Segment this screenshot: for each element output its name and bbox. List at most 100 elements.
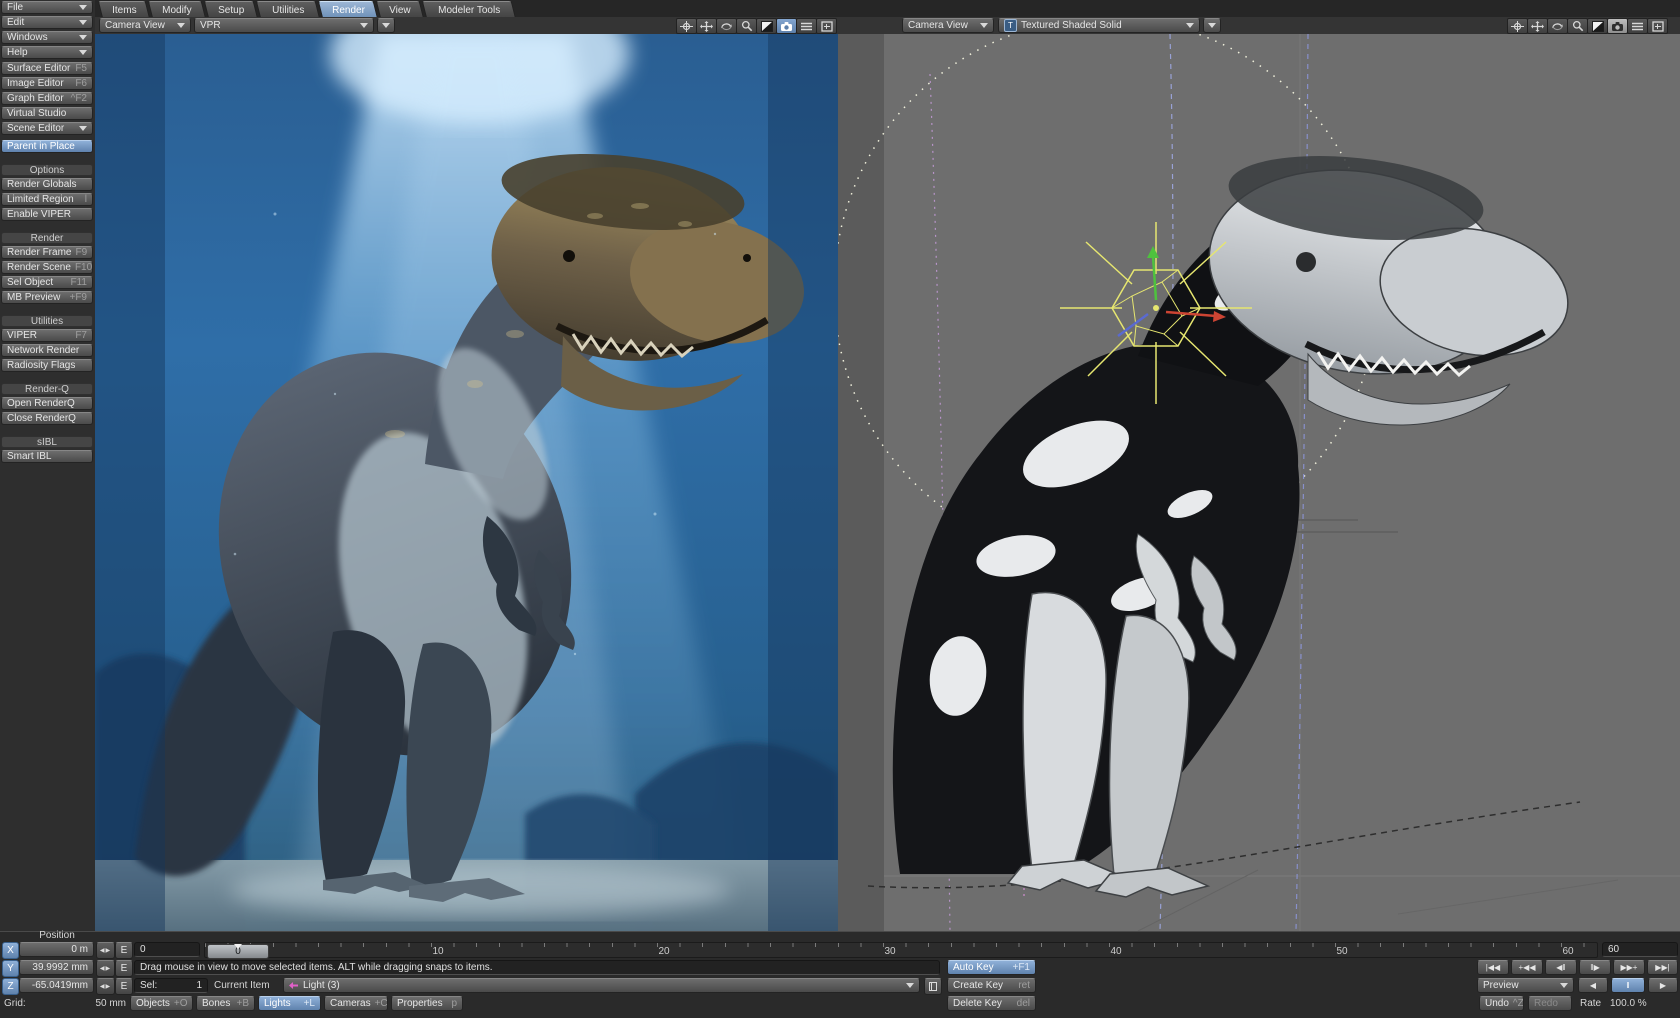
objects-mode-button[interactable]: Objects+O [130, 996, 193, 1011]
parent-in-place-button[interactable]: Parent in Place [1, 140, 93, 153]
left-viewport-titlebar: Camera View VPR [95, 17, 838, 35]
right-viewport-shaded[interactable] [838, 34, 1680, 931]
play-button[interactable]: ▶ [1648, 978, 1678, 993]
properties-button[interactable]: Propertiesp [391, 996, 463, 1011]
bones-mode-button[interactable]: Bones+B [196, 996, 255, 1011]
redo-button[interactable]: Redo [1528, 996, 1572, 1011]
pan-view-icon[interactable] [1527, 18, 1548, 34]
frame-slider-handle[interactable]: 0 [207, 944, 269, 959]
preview-dropdown[interactable]: Preview [1477, 978, 1574, 993]
open-renderq-button[interactable]: Open RenderQ [1, 397, 93, 410]
current-frame-field[interactable]: 0 [134, 942, 200, 957]
z-spinner[interactable]: ◀▶ [96, 978, 115, 995]
zoom-view-icon[interactable] [736, 18, 757, 34]
end-frame-field[interactable]: 60 [1602, 942, 1678, 957]
step-forward-button[interactable]: ‖▶ [1579, 960, 1611, 975]
right-render-mode-dropdown[interactable]: T Textured Shaded Solid [998, 18, 1200, 33]
maximize-viewport-icon[interactable] [1647, 18, 1668, 34]
right-vignette [768, 34, 838, 931]
zoom-view-icon[interactable] [1567, 18, 1588, 34]
z-value-field[interactable]: -65.0419mm [19, 978, 94, 993]
x-axis-badge[interactable]: X [2, 942, 19, 959]
viewport-menu-icon[interactable] [796, 18, 817, 34]
prev-key-button[interactable]: +◀◀ [1511, 960, 1543, 975]
chevron-down-icon [360, 23, 368, 28]
left-viewport-options-dropdown[interactable] [377, 18, 395, 33]
section-sibl: sIBL [1, 436, 93, 448]
camera-frame-edge [838, 34, 884, 931]
pause-button[interactable]: ‖ [1611, 978, 1645, 993]
chevron-down-icon [177, 23, 185, 28]
right-viewport-options-dropdown[interactable] [1203, 18, 1221, 33]
item-properties-icon[interactable] [924, 978, 942, 995]
menu-edit[interactable]: Edit [1, 16, 93, 29]
go-start-button[interactable]: |◀◀ [1477, 960, 1509, 975]
render-scene-button[interactable]: Render SceneF10 [1, 261, 93, 274]
camera-icon[interactable] [1607, 18, 1628, 34]
render-frame-button[interactable]: Render FrameF9 [1, 246, 93, 259]
play-reverse-button[interactable]: ◀ [1578, 978, 1608, 993]
delete-key-button[interactable]: Delete Keydel [947, 996, 1036, 1011]
current-item-dropdown[interactable]: Light (3) [283, 978, 920, 993]
left-render-mode-dropdown[interactable]: VPR [194, 18, 374, 33]
maximize-viewport-icon[interactable] [816, 18, 837, 34]
create-key-button[interactable]: Create Keyret [947, 978, 1036, 993]
chevron-down-icon [382, 23, 390, 28]
x-spinner[interactable]: ◀▶ [96, 942, 115, 959]
viewport-split-icon[interactable] [1587, 18, 1608, 34]
render-globals-button[interactable]: Render Globals [1, 178, 93, 191]
close-renderq-button[interactable]: Close RenderQ [1, 412, 93, 425]
y-axis-badge[interactable]: Y [2, 960, 19, 977]
lights-mode-button[interactable]: Lights+L [258, 996, 321, 1011]
z-axis-badge[interactable]: Z [2, 978, 19, 995]
x-value-field[interactable]: 0 m [19, 942, 94, 957]
frame-slider-track[interactable]: 10 20 30 40 50 60 0 [204, 942, 1598, 958]
radiosity-flags-button[interactable]: Radiosity Flags [1, 359, 93, 372]
image-editor-button[interactable]: Image EditorF6 [1, 77, 93, 90]
chevron-down-icon [79, 50, 87, 55]
left-vignette [95, 34, 165, 931]
rotate-view-icon[interactable] [716, 18, 737, 34]
camera-icon[interactable] [776, 18, 797, 34]
scene-editor-button[interactable]: Scene Editor [1, 122, 93, 135]
graph-editor-button[interactable]: Graph Editor^F2 [1, 92, 93, 105]
right-view-mode-dropdown[interactable]: Camera View [902, 18, 994, 33]
viewport-split-icon[interactable] [756, 18, 777, 34]
rotate-view-icon[interactable] [1547, 18, 1568, 34]
y-value-field[interactable]: 39.9992 mm [19, 960, 94, 975]
sel-object-button[interactable]: Sel ObjectF11 [1, 276, 93, 289]
limited-region-button[interactable]: Limited Regionl [1, 193, 93, 206]
section-render: Render [1, 232, 93, 244]
surface-editor-button[interactable]: Surface EditorF5 [1, 62, 93, 75]
left-view-mode-dropdown[interactable]: Camera View [99, 18, 191, 33]
menu-windows[interactable]: Windows [1, 31, 93, 44]
mb-preview-button[interactable]: MB Preview+F9 [1, 291, 93, 304]
viper-button[interactable]: VIPERF7 [1, 329, 93, 342]
menu-file[interactable]: File [1, 1, 93, 14]
x-envelope-button[interactable]: E [115, 942, 133, 959]
enable-viper-button[interactable]: Enable VIPER [1, 208, 93, 221]
cameras-mode-button[interactable]: Cameras+C [324, 996, 388, 1011]
pan-view-icon[interactable] [696, 18, 717, 34]
center-view-icon[interactable] [1507, 18, 1528, 34]
z-envelope-button[interactable]: E [115, 978, 133, 995]
network-render-button[interactable]: Network Render [1, 344, 93, 357]
y-envelope-button[interactable]: E [115, 960, 133, 977]
smart-ibl-button[interactable]: Smart IBL [1, 450, 93, 463]
chevron-down-icon [79, 20, 87, 25]
center-view-icon[interactable] [676, 18, 697, 34]
undo-button[interactable]: Undo^Z [1479, 996, 1524, 1011]
chevron-down-icon [1560, 983, 1568, 988]
y-spinner[interactable]: ◀▶ [96, 960, 115, 977]
chevron-down-icon [980, 23, 988, 28]
step-back-button[interactable]: ◀‖ [1545, 960, 1577, 975]
go-end-button[interactable]: ▶▶| [1647, 960, 1678, 975]
menu-help[interactable]: Help [1, 46, 93, 59]
viewport-menu-icon[interactable] [1627, 18, 1648, 34]
right-viewport-titlebar: Camera View T Textured Shaded Solid [838, 17, 1680, 35]
virtual-studio-button[interactable]: Virtual Studio [1, 107, 93, 120]
left-viewport-vpr[interactable] [95, 34, 838, 931]
auto-key-button[interactable]: Auto Key+F1 [947, 960, 1036, 975]
section-render-q: Render-Q [1, 383, 93, 395]
next-key-button[interactable]: ▶▶+ [1613, 960, 1645, 975]
